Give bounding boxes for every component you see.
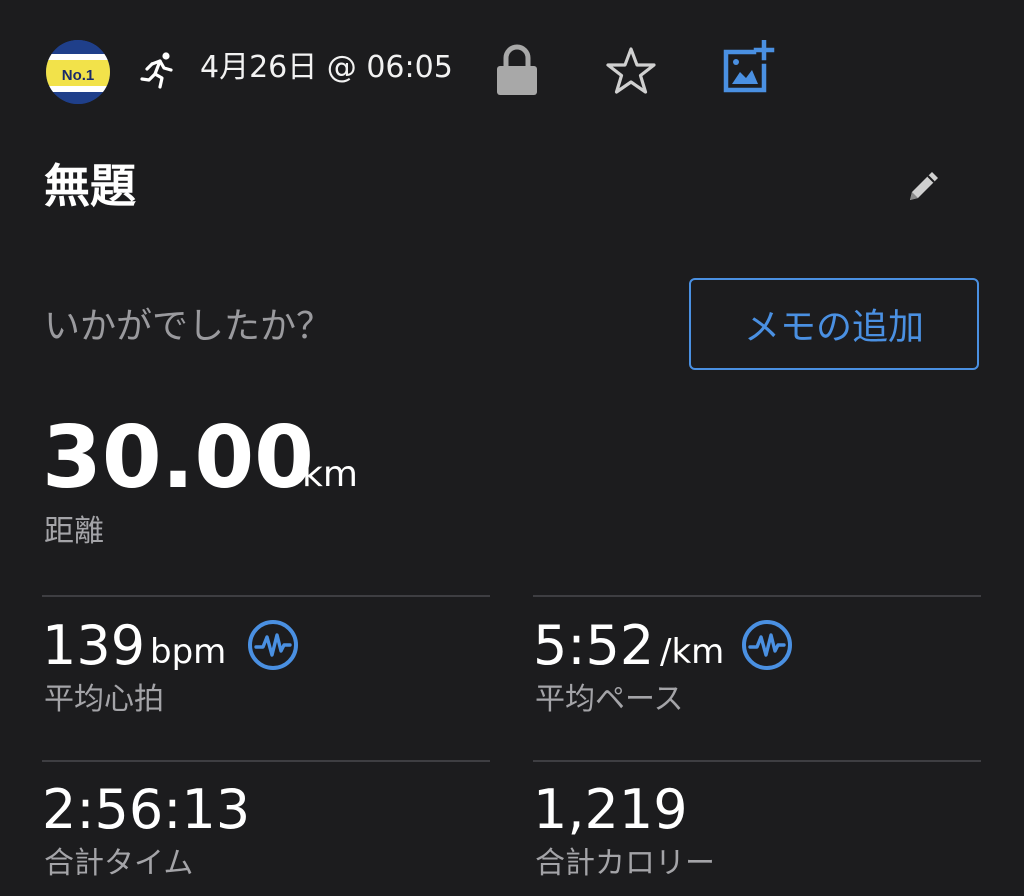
stat-label: 平均心拍 (44, 682, 164, 717)
divider (533, 760, 981, 762)
divider (533, 595, 981, 597)
stat-value: 1,219 (533, 778, 688, 841)
divider (42, 760, 490, 762)
pencil-icon[interactable] (904, 166, 944, 206)
stat-label: 合計カロリー (535, 846, 715, 881)
running-person-icon (138, 50, 178, 90)
activity-date-time: 4月26日 @ 06:05 (200, 50, 453, 85)
distance-value: 30.00 (42, 408, 315, 508)
lock-icon[interactable] (494, 44, 540, 96)
stat-unit: /km (660, 632, 725, 672)
svg-text:No.1: No.1 (62, 67, 95, 84)
stat-unit: bpm (150, 632, 227, 672)
stat-value: 139 (42, 614, 146, 677)
activity-title: 無題 (44, 159, 136, 213)
feeling-prompt: いかがでしたか？ (44, 306, 333, 347)
add-memo-button[interactable]: メモの追加 (689, 278, 979, 370)
stat-label: 平均ペース (535, 682, 684, 717)
race-bib-avatar-icon[interactable]: No.1 (46, 40, 110, 104)
stat-value: 5:52 (533, 614, 655, 677)
add-photo-icon[interactable] (720, 39, 780, 96)
stat-value: 2:56:13 (42, 778, 251, 841)
distance-label: 距離 (44, 514, 104, 549)
distance-unit: km (302, 454, 358, 495)
divider (42, 595, 490, 597)
star-outline-icon[interactable] (604, 46, 658, 96)
heart-rate-wave-icon[interactable] (740, 618, 794, 672)
stat-label: 合計タイム (44, 846, 194, 881)
heart-rate-wave-icon[interactable] (246, 618, 300, 672)
